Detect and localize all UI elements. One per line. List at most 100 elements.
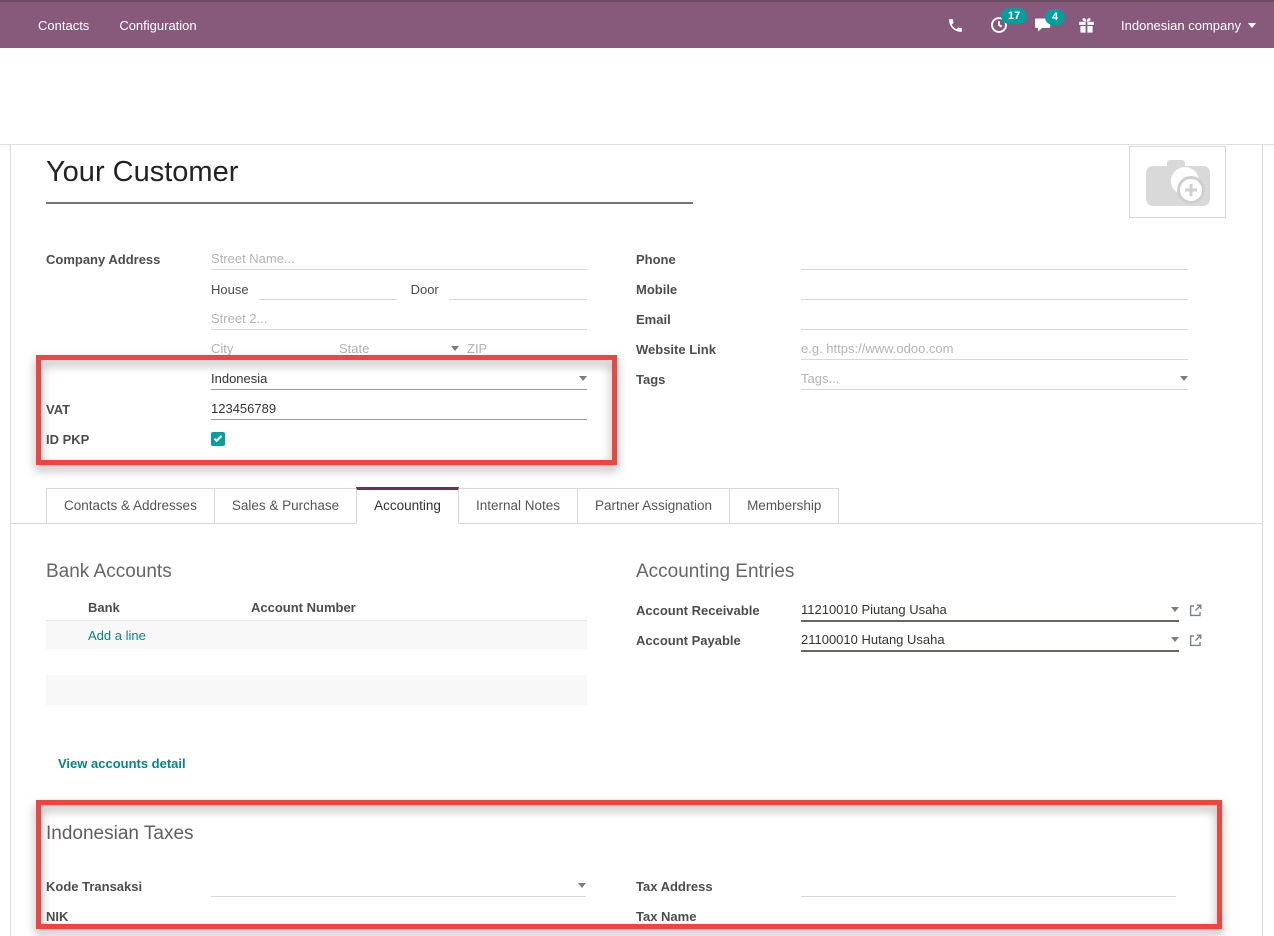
tags-input[interactable]: Tags...: [801, 368, 1188, 390]
vat-value: 123456789: [211, 401, 276, 416]
account-payable-value: 21100010 Hutang Usaha: [801, 632, 945, 647]
kode-transaksi-select[interactable]: [211, 875, 586, 897]
phone-input[interactable]: [801, 248, 1188, 270]
indonesian-taxes-section: Indonesian Taxes Kode Transaksi NIK Tax: [46, 823, 1236, 931]
message-count-badge: 4: [1045, 9, 1065, 25]
tags-placeholder: Tags...: [801, 371, 839, 386]
accounting-entries-section: Accounting Entries Account Receivable 11…: [636, 561, 1236, 655]
accounting-entries-heading: Accounting Entries: [636, 561, 1236, 583]
account-payable-select[interactable]: 21100010 Hutang Usaha: [801, 628, 1179, 652]
table-row: [46, 649, 587, 675]
website-input[interactable]: e.g. https://www.odoo.com: [801, 338, 1188, 360]
mobile-label: Mobile: [636, 282, 801, 297]
bank-accounts-heading: Bank Accounts: [46, 561, 587, 583]
state-caret-icon: [451, 346, 459, 355]
nik-input[interactable]: [211, 905, 586, 927]
view-accounts-detail-link[interactable]: View accounts detail: [58, 756, 186, 771]
vat-label: VAT: [46, 402, 211, 417]
contact-column: Phone Mobile Email Website Link e.g. htt…: [636, 244, 1188, 394]
account-receivable-select[interactable]: 11210010 Piutang Usaha: [801, 598, 1179, 622]
tax-name-input[interactable]: [801, 905, 1176, 927]
app-menus: Contacts Configuration: [0, 18, 197, 33]
kode-transaksi-caret-icon: [578, 883, 586, 892]
notebook-tabs: Contacts & Addresses Sales & Purchase Ac…: [11, 487, 1262, 524]
street-input[interactable]: Street Name...: [211, 248, 587, 270]
website-label: Website Link: [636, 342, 801, 357]
tags-caret-icon: [1180, 376, 1188, 385]
zip-input[interactable]: ZIP: [467, 338, 587, 360]
menu-configuration[interactable]: Configuration: [119, 18, 196, 33]
top-navbar: Contacts Configuration 17 4 Indonesian c…: [0, 0, 1274, 48]
vat-input[interactable]: 123456789: [211, 398, 587, 420]
bank-accounts-table: Bank Account Number Add a line: [46, 595, 587, 705]
form-sheet: Your Customer Company Address Street Nam…: [10, 145, 1263, 936]
account-receivable-label: Account Receivable: [636, 603, 801, 618]
mobile-input[interactable]: [801, 278, 1188, 300]
table-row: [46, 675, 587, 705]
table-header-row: Bank Account Number: [46, 595, 587, 621]
street2-placeholder: Street 2...: [211, 311, 267, 326]
house-input[interactable]: [259, 278, 397, 300]
nik-label: NIK: [46, 909, 211, 924]
zip-placeholder: ZIP: [467, 341, 487, 356]
camera-plus-icon: [1145, 156, 1211, 208]
receivable-caret-icon: [1171, 607, 1179, 616]
page-title[interactable]: Your Customer: [46, 156, 238, 189]
tab-accounting[interactable]: Accounting: [356, 487, 459, 524]
address-column: Company Address Street Name... House Doo…: [46, 244, 587, 454]
menu-contacts[interactable]: Contacts: [38, 18, 89, 33]
street2-input[interactable]: Street 2...: [211, 308, 587, 330]
phone-label: Phone: [636, 252, 801, 267]
id-pkp-checkbox[interactable]: [211, 432, 225, 446]
bank-accounts-section: Bank Accounts Bank Account Number Add a …: [46, 561, 587, 705]
tab-membership[interactable]: Membership: [729, 488, 839, 523]
website-placeholder: e.g. https://www.odoo.com: [801, 341, 953, 356]
state-select[interactable]: State: [339, 338, 459, 360]
kode-transaksi-label: Kode Transaksi: [46, 879, 211, 894]
column-bank: Bank: [46, 600, 251, 615]
activity-count-badge: 17: [1001, 8, 1027, 24]
table-row: Add a line: [46, 621, 587, 649]
country-caret-icon: [579, 376, 587, 385]
state-placeholder: State: [339, 341, 369, 356]
company-address-label: Company Address: [46, 252, 211, 267]
activity-clock-icon[interactable]: 17: [990, 16, 1008, 34]
add-a-line-link[interactable]: Add a line: [88, 628, 146, 643]
payable-external-link-icon[interactable]: [1188, 633, 1203, 648]
account-receivable-value: 11210010 Piutang Usaha: [801, 602, 947, 617]
tags-label: Tags: [636, 372, 801, 387]
gift-icon[interactable]: [1078, 17, 1095, 34]
door-label: Door: [411, 282, 439, 297]
id-pkp-label: ID PKP: [46, 432, 211, 447]
title-underline: [46, 202, 693, 204]
navbar-systray: 17 4 Indonesian company: [947, 16, 1274, 34]
city-placeholder: City: [211, 341, 233, 356]
tab-sales-purchase[interactable]: Sales & Purchase: [214, 488, 357, 523]
country-select[interactable]: Indonesia: [211, 368, 587, 390]
check-icon: [214, 434, 222, 442]
tax-address-label: Tax Address: [636, 879, 801, 894]
column-account-number: Account Number: [251, 600, 587, 615]
indonesian-taxes-heading: Indonesian Taxes: [46, 823, 1236, 845]
street-placeholder: Street Name...: [211, 251, 295, 266]
phone-icon[interactable]: [947, 17, 964, 34]
city-input[interactable]: City: [211, 338, 331, 360]
email-label: Email: [636, 312, 801, 327]
add-image-button[interactable]: [1129, 146, 1226, 218]
tax-name-label: Tax Name: [636, 909, 801, 924]
email-input[interactable]: [801, 308, 1188, 330]
country-value: Indonesia: [211, 371, 267, 386]
company-switcher[interactable]: Indonesian company: [1121, 18, 1256, 33]
payable-caret-icon: [1171, 637, 1179, 646]
tab-internal-notes[interactable]: Internal Notes: [458, 488, 578, 523]
tab-contacts-addresses[interactable]: Contacts & Addresses: [46, 488, 215, 523]
dropdown-caret-icon: [1248, 23, 1256, 32]
tab-partner-assignation[interactable]: Partner Assignation: [577, 488, 730, 523]
door-input[interactable]: [449, 278, 587, 300]
house-label: House: [211, 282, 249, 297]
company-name: Indonesian company: [1121, 18, 1241, 33]
tax-address-input[interactable]: [801, 875, 1176, 897]
receivable-external-link-icon[interactable]: [1188, 603, 1203, 618]
chat-bubble-icon[interactable]: 4: [1034, 17, 1052, 33]
account-payable-label: Account Payable: [636, 633, 801, 648]
